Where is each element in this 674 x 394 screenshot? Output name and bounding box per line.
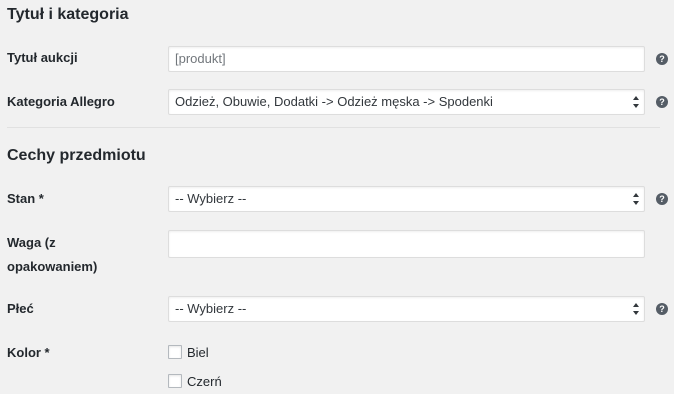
checkbox-czern[interactable] [168, 374, 182, 388]
gender-select-value: -- Wybierz -- [175, 301, 247, 316]
select-arrows-icon [633, 193, 639, 205]
checkbox-biel[interactable] [168, 345, 182, 359]
condition-select[interactable]: -- Wybierz -- [168, 186, 645, 212]
category-select[interactable]: Odzież, Obuwie, Dodatki -> Odzież męska … [168, 89, 645, 115]
auction-title-label: Tytuł aukcji [7, 50, 78, 65]
condition-select-value: -- Wybierz -- [175, 191, 247, 206]
section-title-title-category: Tytuł i kategoria [7, 6, 129, 23]
gender-select[interactable]: -- Wybierz -- [168, 296, 645, 322]
section-divider [7, 127, 660, 128]
question-icon[interactable]: ? [656, 303, 668, 315]
gender-label: Płeć [7, 301, 34, 316]
weight-label-line2: opakowaniem) [7, 259, 98, 274]
auction-title-input[interactable]: [produkt] [168, 46, 645, 72]
color-label: Kolor * [7, 345, 50, 360]
color-option-biel[interactable]: Biel [168, 343, 209, 361]
checkbox-label-czern: Czerń [187, 373, 222, 389]
select-arrows-icon [633, 303, 639, 315]
select-arrows-icon [633, 96, 639, 108]
color-option-czern[interactable]: Czerń [168, 372, 222, 390]
weight-label-line1: Waga (z [7, 235, 56, 250]
question-icon[interactable]: ? [656, 53, 668, 65]
condition-label: Stan * [7, 191, 44, 206]
question-icon[interactable]: ? [656, 96, 668, 108]
weight-input[interactable] [168, 230, 645, 258]
category-select-value: Odzież, Obuwie, Dodatki -> Odzież męska … [175, 94, 493, 109]
section-title-item-features: Cechy przedmiotu [7, 147, 146, 164]
category-label: Kategoria Allegro [7, 94, 115, 109]
question-icon[interactable]: ? [656, 193, 668, 205]
checkbox-label-biel: Biel [187, 344, 209, 360]
